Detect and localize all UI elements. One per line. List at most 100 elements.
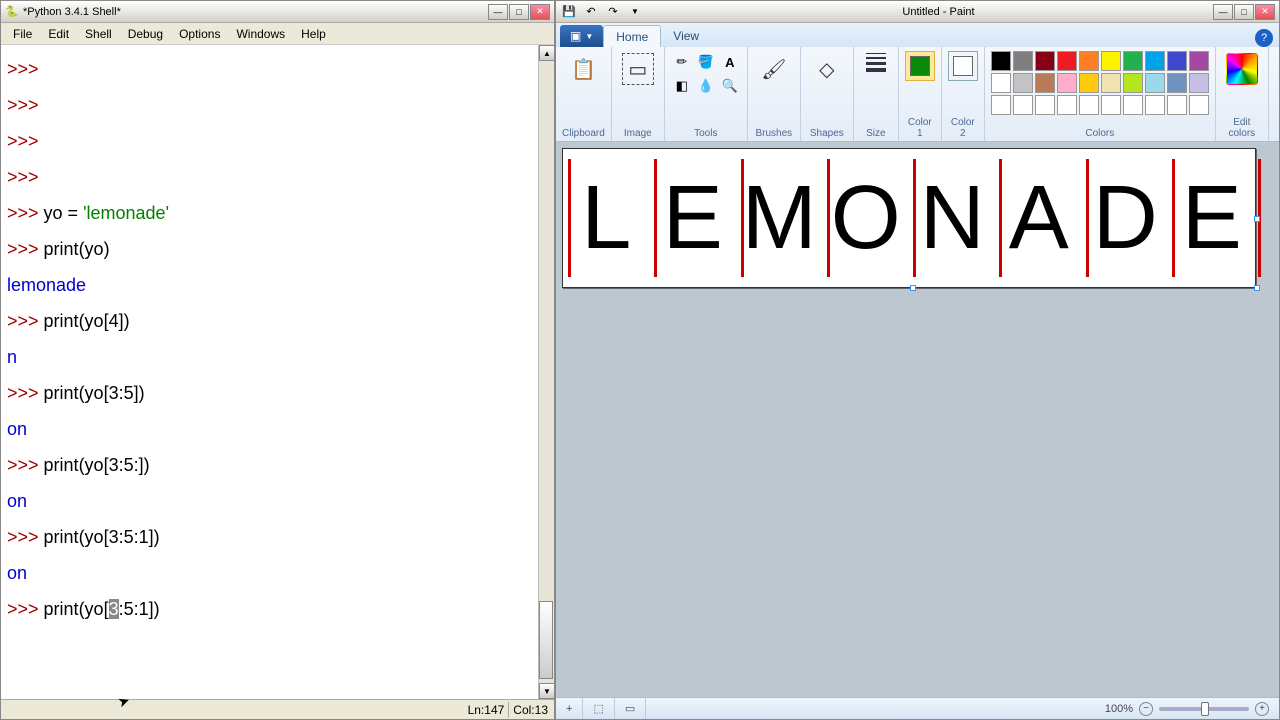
palette-color[interactable] <box>1079 51 1099 71</box>
menu-options[interactable]: Options <box>171 25 228 43</box>
group-label-color1: Color 1 <box>908 117 932 139</box>
ribbon-help-icon[interactable]: ? <box>1255 29 1273 47</box>
palette-color[interactable] <box>1123 95 1143 115</box>
palette-color[interactable] <box>1123 73 1143 93</box>
shapes-button[interactable]: ◇ <box>807 51 847 87</box>
palette-color[interactable] <box>991 95 1011 115</box>
scroll-up-button[interactable]: ▲ <box>539 45 554 61</box>
menu-edit[interactable]: Edit <box>40 25 77 43</box>
zoom-out-button[interactable]: − <box>1139 702 1153 716</box>
color1-slot[interactable] <box>905 51 935 81</box>
minimize-button[interactable]: — <box>488 4 508 20</box>
ribbon-file-button[interactable]: ▣▼ <box>560 25 603 47</box>
color2-swatch <box>953 56 973 76</box>
palette-color[interactable] <box>1123 51 1143 71</box>
menu-help[interactable]: Help <box>293 25 334 43</box>
shell-text[interactable]: >>> >>> >>> >>> >>> yo = 'lemonade'>>> p… <box>1 45 538 699</box>
maximize-button[interactable]: □ <box>509 4 529 20</box>
brushes-button[interactable]: 🖌 <box>754 51 794 87</box>
zoom-slider-knob[interactable] <box>1201 702 1209 716</box>
crosshair-icon: + <box>566 703 572 715</box>
paint-close-button[interactable]: ✕ <box>1255 4 1275 20</box>
eraser-tool-icon[interactable]: ◧ <box>671 75 693 97</box>
palette-color[interactable] <box>991 51 1011 71</box>
qat-redo-icon[interactable]: ↷ <box>604 3 622 21</box>
clipboard-button[interactable]: 📋 <box>563 51 603 87</box>
close-button[interactable]: ✕ <box>530 4 550 20</box>
group-size: Size <box>854 47 899 141</box>
pencil-tool-icon[interactable]: ✏ <box>671 51 693 73</box>
palette-color[interactable] <box>1167 51 1187 71</box>
group-label-colors: Colors <box>1085 128 1114 139</box>
palette-color[interactable] <box>1167 73 1187 93</box>
palette-color[interactable] <box>1013 51 1033 71</box>
select-button[interactable]: ▭ <box>618 51 658 87</box>
selection-size-icon: ⬚ <box>593 702 603 715</box>
picker-tool-icon[interactable]: 💧 <box>695 75 717 97</box>
palette-color[interactable] <box>1145 95 1165 115</box>
group-label-image: Image <box>624 128 652 139</box>
status-ln-value: 147 <box>484 703 504 717</box>
menu-debug[interactable]: Debug <box>120 25 171 43</box>
resize-handle-bottom[interactable] <box>910 285 916 291</box>
group-color1: Color 1 <box>899 47 942 141</box>
python-titlebar[interactable]: 🐍 *Python 3.4.1 Shell* — □ ✕ <box>1 1 554 23</box>
palette-color[interactable] <box>1101 51 1121 71</box>
scroll-down-button[interactable]: ▼ <box>539 683 554 699</box>
zoom-in-button[interactable]: + <box>1255 702 1269 716</box>
status-selection: ⬚ <box>583 698 614 719</box>
canvas-size-icon: ▭ <box>625 702 635 715</box>
palette-color[interactable] <box>1013 95 1033 115</box>
palette-color[interactable] <box>1079 73 1099 93</box>
palette-color[interactable] <box>1057 73 1077 93</box>
brush-icon: 🖌 <box>758 53 790 85</box>
tab-view[interactable]: View <box>661 25 711 47</box>
palette-color[interactable] <box>1057 95 1077 115</box>
palette-color[interactable] <box>1167 95 1187 115</box>
palette-color[interactable] <box>1057 51 1077 71</box>
edit-colors-button[interactable] <box>1222 51 1262 87</box>
palette-color[interactable] <box>1189 73 1209 93</box>
color2-slot[interactable] <box>948 51 978 81</box>
palette-color[interactable] <box>1189 95 1209 115</box>
palette-color[interactable] <box>1035 95 1055 115</box>
menu-shell[interactable]: Shell <box>77 25 120 43</box>
palette-color[interactable] <box>1145 51 1165 71</box>
palette-color[interactable] <box>1035 51 1055 71</box>
group-label-clipboard: Clipboard <box>562 128 605 139</box>
paint-minimize-button[interactable]: — <box>1213 4 1233 20</box>
magnifier-tool-icon[interactable]: 🔍 <box>719 75 741 97</box>
palette-color[interactable] <box>1013 73 1033 93</box>
fill-tool-icon[interactable]: 🪣 <box>695 51 717 73</box>
size-button[interactable] <box>860 51 892 74</box>
paint-maximize-button[interactable]: □ <box>1234 4 1254 20</box>
palette-color[interactable] <box>1101 95 1121 115</box>
menu-windows[interactable]: Windows <box>228 25 293 43</box>
palette-color[interactable] <box>1101 73 1121 93</box>
group-color2: Color 2 <box>942 47 985 141</box>
text-tool-icon[interactable]: A <box>719 51 741 73</box>
group-clipboard: 📋 Clipboard <box>556 47 612 141</box>
qat-dropdown-icon[interactable]: ▼ <box>626 3 644 21</box>
menu-file[interactable]: File <box>5 25 40 43</box>
scroll-thumb[interactable] <box>539 601 553 679</box>
palette-color[interactable] <box>1189 51 1209 71</box>
canvas-area[interactable]: LEMONADE <box>556 142 1279 697</box>
tab-home[interactable]: Home <box>603 25 661 47</box>
palette-color[interactable] <box>991 73 1011 93</box>
palette-color[interactable] <box>1079 95 1099 115</box>
paint-window: 💾 ↶ ↷ ▼ Untitled - Paint — □ ✕ ▣▼ Home V… <box>555 0 1280 720</box>
resize-handle-corner[interactable] <box>1254 285 1260 291</box>
color-palette <box>991 51 1209 115</box>
status-col-value: 13 <box>535 703 548 717</box>
vertical-scrollbar[interactable]: ▲ ▼ <box>538 45 554 699</box>
zoom-slider[interactable] <box>1159 707 1249 711</box>
palette-color[interactable] <box>1035 73 1055 93</box>
qat-undo-icon[interactable]: ↶ <box>582 3 600 21</box>
group-edit-colors: Edit colors <box>1216 47 1269 141</box>
resize-handle-right[interactable] <box>1254 216 1260 222</box>
palette-color[interactable] <box>1145 73 1165 93</box>
canvas[interactable]: LEMONADE <box>562 148 1256 288</box>
qat-save-icon[interactable]: 💾 <box>560 3 578 21</box>
paint-titlebar[interactable]: 💾 ↶ ↷ ▼ Untitled - Paint — □ ✕ <box>556 1 1279 23</box>
